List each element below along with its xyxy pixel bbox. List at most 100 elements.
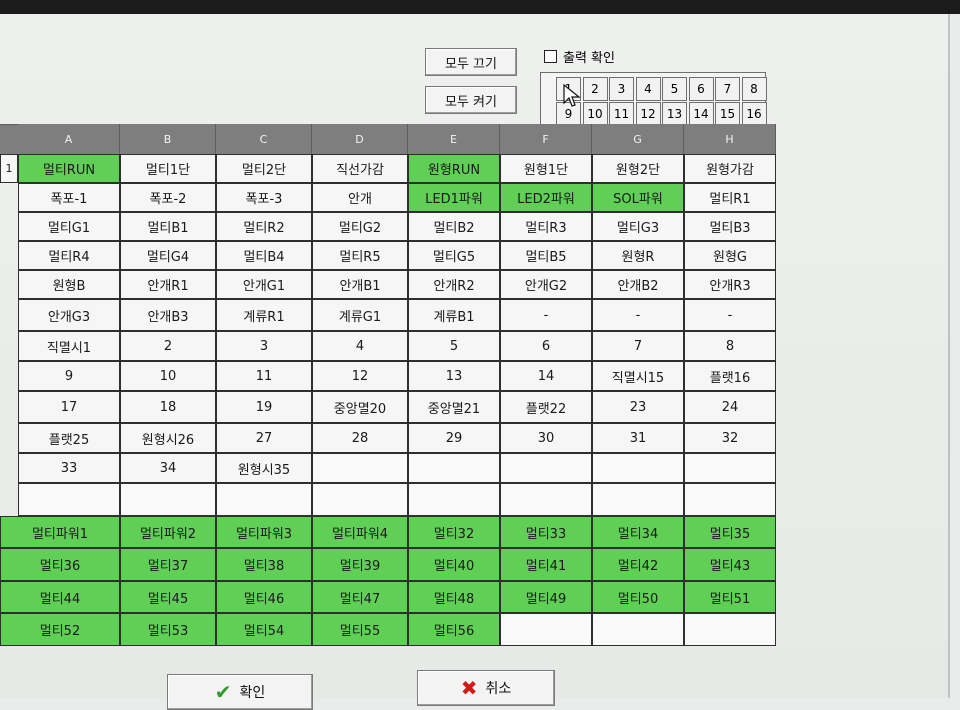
table-cell[interactable] xyxy=(18,483,120,516)
table-cell[interactable]: 멀티B2 xyxy=(408,212,500,241)
number-cell-5[interactable]: 5 xyxy=(662,77,687,101)
table-cell[interactable]: 3 xyxy=(216,331,312,361)
table-cell[interactable]: LED1파워 xyxy=(408,183,500,212)
table-cell[interactable]: 중앙멸21 xyxy=(408,391,500,423)
table-cell[interactable] xyxy=(408,483,500,516)
table-cell[interactable]: 33 xyxy=(18,453,120,483)
number-cell-7[interactable]: 7 xyxy=(715,77,740,101)
table-cell[interactable]: 멀티34 xyxy=(592,516,684,548)
table-cell[interactable]: 계류G1 xyxy=(312,299,408,331)
table-cell[interactable]: 폭포-1 xyxy=(18,183,120,212)
table-cell[interactable]: 멀티파워1 xyxy=(0,516,120,548)
number-cell-13[interactable]: 13 xyxy=(662,102,687,126)
table-cell[interactable]: 31 xyxy=(592,423,684,453)
table-cell[interactable]: 멀티52 xyxy=(0,613,120,646)
table-cell[interactable]: 멀티R4 xyxy=(18,241,120,270)
table-cell[interactable]: 원형가감 xyxy=(684,154,776,183)
table-cell[interactable]: 멀티G1 xyxy=(18,212,120,241)
table-cell[interactable]: 멀티55 xyxy=(312,613,408,646)
table-cell[interactable]: 멀티45 xyxy=(120,581,216,613)
table-cell[interactable]: 4 xyxy=(312,331,408,361)
table-cell[interactable]: 24 xyxy=(684,391,776,423)
number-cell-6[interactable]: 6 xyxy=(688,77,714,101)
table-cell[interactable]: - xyxy=(684,299,776,331)
table-cell[interactable]: 멀티32 xyxy=(408,516,500,548)
table-cell[interactable]: 안개B2 xyxy=(592,270,684,299)
table-cell[interactable]: 17 xyxy=(18,391,120,423)
table-cell[interactable]: 멀티56 xyxy=(408,613,500,646)
table-cell[interactable]: - xyxy=(592,299,684,331)
table-cell[interactable]: 원형G xyxy=(684,241,776,270)
all-on-button[interactable]: 모두 켜기 xyxy=(425,86,517,114)
table-cell[interactable]: 멀티42 xyxy=(592,548,684,581)
table-cell[interactable]: 원형2단 xyxy=(592,154,684,183)
table-cell[interactable] xyxy=(592,453,684,483)
table-cell[interactable]: 멀티49 xyxy=(500,581,592,613)
table-cell[interactable]: 29 xyxy=(408,423,500,453)
table-cell[interactable] xyxy=(684,613,776,646)
table-cell[interactable]: 18 xyxy=(120,391,216,423)
table-cell[interactable]: 직멸시1 xyxy=(18,331,120,361)
table-cell[interactable]: 멀티B4 xyxy=(216,241,312,270)
number-cell-12[interactable]: 12 xyxy=(635,102,661,126)
table-cell[interactable]: 플랫25 xyxy=(18,423,120,453)
table-cell[interactable]: 멀티R1 xyxy=(684,183,776,212)
table-cell[interactable] xyxy=(408,453,500,483)
number-cell-15[interactable]: 15 xyxy=(715,102,740,126)
table-cell[interactable]: 안개R2 xyxy=(408,270,500,299)
table-cell[interactable]: 7 xyxy=(592,331,684,361)
table-cell[interactable]: 27 xyxy=(216,423,312,453)
table-cell[interactable]: - xyxy=(500,299,592,331)
number-cell-14[interactable]: 14 xyxy=(688,102,714,126)
table-cell[interactable]: 멀티43 xyxy=(684,548,776,581)
table-cell[interactable] xyxy=(312,483,408,516)
table-cell[interactable]: 멀티파워4 xyxy=(312,516,408,548)
table-cell[interactable]: 원형R xyxy=(592,241,684,270)
table-cell[interactable] xyxy=(684,483,776,516)
table-cell[interactable]: 멀티38 xyxy=(216,548,312,581)
table-cell[interactable]: 중앙멸20 xyxy=(312,391,408,423)
number-cell-4[interactable]: 4 xyxy=(635,77,661,101)
table-cell[interactable]: 원형시26 xyxy=(120,423,216,453)
table-cell[interactable]: 멀티파워2 xyxy=(120,516,216,548)
table-cell[interactable]: 안개 xyxy=(312,183,408,212)
table-cell[interactable]: 멀티41 xyxy=(500,548,592,581)
table-cell[interactable]: 30 xyxy=(500,423,592,453)
table-cell[interactable]: 원형RUN xyxy=(408,154,500,183)
table-cell[interactable]: 원형시35 xyxy=(216,453,312,483)
table-cell[interactable]: 멀티54 xyxy=(216,613,312,646)
table-cell[interactable]: 9 xyxy=(18,361,120,391)
table-cell[interactable]: 19 xyxy=(216,391,312,423)
table-cell[interactable]: 멀티37 xyxy=(120,548,216,581)
table-cell[interactable] xyxy=(500,483,592,516)
number-cell-11[interactable]: 11 xyxy=(609,102,634,126)
number-cell-3[interactable]: 3 xyxy=(609,77,634,101)
table-cell[interactable] xyxy=(684,453,776,483)
table-cell[interactable]: 멀티1단 xyxy=(120,154,216,183)
table-cell[interactable]: 멀티50 xyxy=(592,581,684,613)
table-cell[interactable] xyxy=(592,483,684,516)
table-cell[interactable]: 2 xyxy=(120,331,216,361)
table-cell[interactable]: 멀티36 xyxy=(0,548,120,581)
output-check-option[interactable]: 출력 확인 xyxy=(544,47,615,66)
table-cell[interactable]: LED2파워 xyxy=(500,183,592,212)
table-cell[interactable]: 원형B xyxy=(18,270,120,299)
table-cell[interactable]: 멀티R5 xyxy=(312,241,408,270)
table-cell[interactable]: 12 xyxy=(312,361,408,391)
table-cell[interactable]: 23 xyxy=(592,391,684,423)
table-cell[interactable]: 원형1단 xyxy=(500,154,592,183)
table-cell[interactable] xyxy=(500,453,592,483)
table-cell[interactable]: 멀티G4 xyxy=(120,241,216,270)
table-cell[interactable]: 멀티40 xyxy=(408,548,500,581)
table-cell[interactable]: 멀티39 xyxy=(312,548,408,581)
table-cell[interactable]: 안개R3 xyxy=(684,270,776,299)
cancel-button[interactable]: ✖ 취소 xyxy=(417,670,555,706)
table-cell[interactable]: 안개G2 xyxy=(500,270,592,299)
table-cell[interactable]: 플랫22 xyxy=(500,391,592,423)
table-cell[interactable]: 멀티51 xyxy=(684,581,776,613)
table-cell[interactable]: 폭포-2 xyxy=(120,183,216,212)
table-cell[interactable]: 멀티R2 xyxy=(216,212,312,241)
table-cell[interactable]: 폭포-3 xyxy=(216,183,312,212)
table-cell[interactable]: 28 xyxy=(312,423,408,453)
table-cell[interactable]: 멀티B3 xyxy=(684,212,776,241)
